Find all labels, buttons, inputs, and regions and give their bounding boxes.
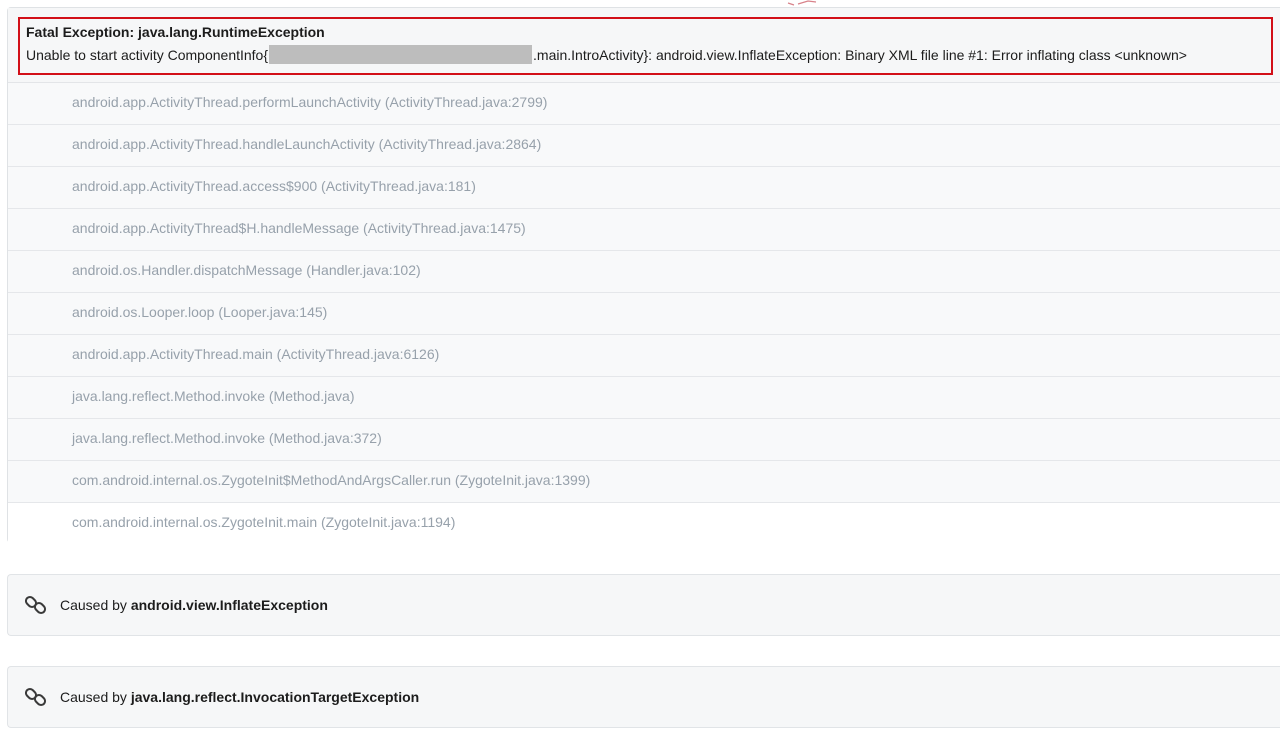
crash-report-page: Fatal Exception: java.lang.RuntimeExcept… — [0, 0, 1280, 737]
link-icon — [25, 687, 47, 707]
exception-message: Unable to start activity ComponentInfo{ … — [26, 45, 1187, 64]
stack-frame-row[interactable]: android.app.ActivityThread.handleLaunchA… — [8, 125, 1280, 167]
stack-frame-row[interactable]: android.app.ActivityThread.main (Activit… — [8, 335, 1280, 377]
message-suffix: .main.IntroActivity}: android.view.Infla… — [533, 46, 1187, 63]
stack-frame-row[interactable]: android.os.Looper.loop (Looper.java:145) — [8, 293, 1280, 335]
caused-by-label: Caused by java.lang.reflect.InvocationTa… — [60, 689, 419, 705]
stack-frame-text: android.app.ActivityThread$H.handleMessa… — [72, 220, 526, 236]
message-prefix: Unable to start activity ComponentInfo{ — [26, 46, 269, 63]
link-icon — [25, 595, 47, 615]
stack-frame-text: android.app.ActivityThread.main (Activit… — [72, 346, 440, 362]
stack-frame-row[interactable]: java.lang.reflect.Method.invoke (Method.… — [8, 377, 1280, 419]
stack-frame-row[interactable]: android.app.ActivityThread.performLaunch… — [8, 83, 1280, 125]
stack-frame-text: java.lang.reflect.Method.invoke (Method.… — [72, 430, 382, 446]
caused-by-section-invocation-target-exception[interactable]: Caused by java.lang.reflect.InvocationTa… — [7, 666, 1280, 728]
stack-frame-row[interactable]: android.app.ActivityThread$H.handleMessa… — [8, 209, 1280, 251]
exception-title: Fatal Exception: java.lang.RuntimeExcept… — [26, 24, 325, 40]
stack-frame-text: android.app.ActivityThread.handleLaunchA… — [72, 136, 542, 152]
stack-frame-text: com.android.internal.os.ZygoteInit$Metho… — [72, 472, 591, 488]
caused-by-label: Caused by android.view.InflateException — [60, 597, 328, 613]
caused-by-exception-name: java.lang.reflect.InvocationTargetExcept… — [130, 689, 420, 705]
stack-frame-row[interactable]: com.android.internal.os.ZygoteInit$Metho… — [8, 461, 1280, 503]
caused-by-prefix: Caused by — [60, 689, 127, 705]
caused-by-prefix: Caused by — [60, 597, 127, 613]
redacted-package-name — [269, 45, 533, 64]
stack-frame-row[interactable]: java.lang.reflect.Method.invoke (Method.… — [8, 419, 1280, 461]
stack-frame-text: com.android.internal.os.ZygoteInit.main … — [72, 514, 456, 530]
stack-frame-text: java.lang.reflect.Method.invoke (Method.… — [72, 388, 355, 404]
stack-frame-row[interactable]: android.app.ActivityThread.access$900 (A… — [8, 167, 1280, 209]
stack-frame-text: android.app.ActivityThread.performLaunch… — [72, 94, 548, 110]
stack-frame-text: android.os.Handler.dispatchMessage (Hand… — [72, 262, 421, 278]
stack-trace-card: Fatal Exception: java.lang.RuntimeExcept… — [7, 7, 1280, 545]
annotation-mark — [787, 0, 817, 6]
stack-frame-text: android.os.Looper.loop (Looper.java:145) — [72, 304, 328, 320]
caused-by-exception-name: android.view.InflateException — [130, 597, 328, 613]
exception-header: Fatal Exception: java.lang.RuntimeExcept… — [8, 8, 1280, 83]
stack-frame-row[interactable]: com.android.internal.os.ZygoteInit.main … — [8, 503, 1280, 545]
stack-frame-row[interactable]: android.os.Handler.dispatchMessage (Hand… — [8, 251, 1280, 293]
caused-by-section-inflate-exception[interactable]: Caused by android.view.InflateException — [7, 574, 1280, 636]
stack-frames-list: android.app.ActivityThread.performLaunch… — [8, 83, 1280, 545]
stack-frame-text: android.app.ActivityThread.access$900 (A… — [72, 178, 476, 194]
